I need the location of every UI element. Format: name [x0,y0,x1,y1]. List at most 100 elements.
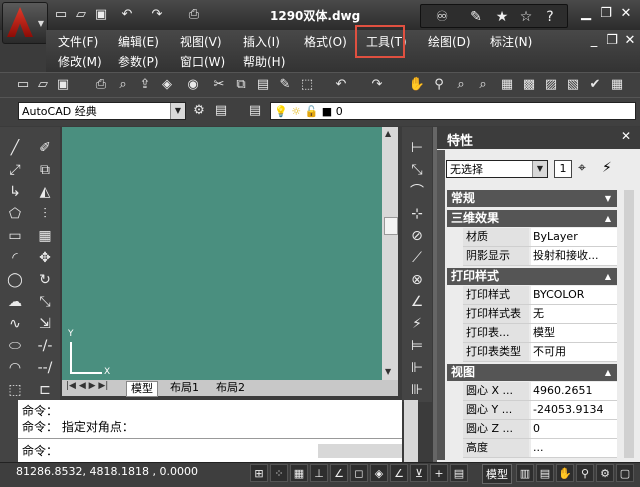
drawing-canvas[interactable]: Y X [62,127,382,380]
workspace-settings-icon[interactable]: ⚙ [190,102,208,120]
zoom-status-icon[interactable]: ⚲ [576,464,594,482]
cut-icon[interactable]: ✂ [210,76,228,94]
dyn-icon[interactable]: + [430,464,448,482]
spline-icon[interactable]: ∿ [4,313,26,335]
revcloud-icon[interactable]: ☁ [4,291,26,313]
model-space-button[interactable]: 模型 [482,464,512,484]
ortho-icon[interactable]: ⊥ [310,464,328,482]
menu-window[interactable]: 窗口(W) [180,53,225,70]
copy-object-icon[interactable]: ⧉ [34,159,56,181]
section-3d-effects[interactable]: 三维效果 ▲ [447,210,617,227]
circle-icon[interactable]: ◯ [4,269,26,291]
tool-palettes-icon[interactable]: ▨ [542,76,560,94]
workspace-switch-icon[interactable]: ⚙ [596,464,614,482]
menu-help[interactable]: 帮助(H) [243,53,285,70]
minimize-icon[interactable]: ▁ [578,6,594,22]
quick-select-icon[interactable]: ⚡ [602,160,612,176]
pan-icon[interactable]: ✋ [408,76,426,94]
help-icon[interactable]: ? [539,9,561,25]
tab-layout1[interactable]: 布局1 [166,381,203,395]
arc-length-icon[interactable]: ⌒ [406,181,428,203]
autodesk-seek-icon[interactable]: ◉ [184,76,202,94]
selection-select[interactable]: 无选择 ▼ [446,160,548,178]
prop-row-center-z[interactable]: 圆心 Z ... 0 [463,420,617,439]
satellite-icon[interactable]: ✎ [465,9,487,25]
polyline-icon[interactable]: ↳ [4,181,26,203]
tab-model[interactable]: 模型 [126,381,158,397]
prop-row-shadow[interactable]: 阴影显示 投射和接收... [463,247,617,266]
doc-minimize-icon[interactable]: _ [586,33,602,49]
canvas-vertical-scrollbar[interactable]: ▲ ▼ [382,127,398,380]
line-icon[interactable]: ╱ [4,137,26,159]
prop-row-center-x[interactable]: 圆心 X ... 4960.2651 [463,382,617,401]
layer-select[interactable]: 💡 ☼ 🔓 ■ 0 [270,102,636,120]
ordinate-icon[interactable]: ⊹ [406,203,428,225]
ducs-icon[interactable]: ⊻ [410,464,428,482]
infer-constraints-icon[interactable]: ⊞ [250,464,268,482]
radius-dim-icon[interactable]: ⊘ [406,225,428,247]
stretch-icon[interactable]: ⇲ [34,313,56,335]
jogged-dim-icon[interactable]: ⟋ [406,247,428,269]
star-icon[interactable]: ☆ [515,9,537,25]
move-icon[interactable]: ✥ [34,247,56,269]
lineweight-icon[interactable]: ▤ [450,464,468,482]
section-general[interactable]: 常规 ▼ [447,190,617,207]
diameter-dim-icon[interactable]: ⊗ [406,269,428,291]
menu-dimension[interactable]: 标注(N) [490,33,532,50]
baseline-dim-icon[interactable]: ⊨ [406,335,428,357]
sheet-set-icon[interactable]: ▧ [564,76,582,94]
rotate-icon[interactable]: ↻ [34,269,56,291]
ellipse-icon[interactable]: ⬭ [4,335,26,357]
layer-properties-icon[interactable]: ▤ [246,102,264,120]
publish-icon[interactable]: ⇪ [136,76,154,94]
menu-edit[interactable]: 编辑(E) [118,33,159,50]
save-icon[interactable]: ▣ [92,6,110,24]
rectangle-icon[interactable]: ▭ [4,225,26,247]
zoom-realtime-icon[interactable]: ⚲ [430,76,448,94]
undo-icon[interactable]: ↶ [118,6,136,24]
print-icon[interactable]: ⎙ [185,6,203,24]
application-menu-button[interactable]: ▼ [2,2,48,44]
prop-row-center-y[interactable]: 圆心 Y ... -24053.9134 [463,401,617,420]
scroll-down-icon[interactable]: ▼ [385,367,391,376]
open-icon[interactable]: ▱ [72,6,90,24]
pickadd-icon[interactable]: 1 [554,160,572,178]
grid-icon[interactable]: ▦ [290,464,308,482]
angular-dim-icon[interactable]: ∠ [406,291,428,313]
copy-icon[interactable]: ⧉ [232,76,250,94]
save-file-icon[interactable]: ▣ [54,76,72,94]
trim-icon[interactable]: -/- [34,335,56,357]
scrollbar-thumb[interactable] [384,217,398,235]
binoculars-icon[interactable]: ♾ [431,9,453,25]
zoom-previous-icon[interactable]: ⌕ [474,76,492,94]
calculator-icon[interactable]: ▦ [608,76,626,94]
command-grip[interactable] [0,398,18,462]
tab-nav-first-icon[interactable]: |◀ ◀ ▶ ▶| [66,381,108,391]
menu-insert[interactable]: 插入(I) [243,33,280,50]
paste-icon[interactable]: ▤ [254,76,272,94]
mirror-icon[interactable]: ◭ [34,181,56,203]
close-icon[interactable]: ✕ [621,129,631,143]
command-hscrollbar[interactable] [318,444,402,458]
aligned-dim-icon[interactable]: ⤡ [406,159,428,181]
arc-icon[interactable]: ◜ [4,247,26,269]
new-icon[interactable]: ▭ [52,6,70,24]
prop-row-material[interactable]: 材质 ByLayer [463,228,617,247]
open-file-icon[interactable]: ▱ [34,76,52,94]
workspace-select[interactable]: AutoCAD 经典 ▼ [18,102,186,120]
osnap-icon[interactable]: ◻ [350,464,368,482]
construction-line-icon[interactable]: ⤢ [4,159,26,181]
polygon-icon[interactable]: ⬠ [4,203,26,225]
select-objects-icon[interactable]: ⌖ [578,160,586,176]
extend-icon[interactable]: --/ [34,357,56,379]
command-vscrollbar[interactable] [404,400,418,462]
menu-view[interactable]: 视图(V) [180,33,222,50]
linear-dim-icon[interactable]: ⊢ [406,137,428,159]
properties-scrollbar[interactable] [624,190,634,458]
quick-view-layouts-icon[interactable]: ▥ [516,464,534,482]
continue-dim-icon[interactable]: ⊩ [406,357,428,379]
snap-icon[interactable]: ⁘ [270,464,288,482]
menu-draw[interactable]: 绘图(D) [428,33,471,50]
block-editor-icon[interactable]: ⬚ [298,76,316,94]
communication-icon[interactable]: ★ [491,9,513,25]
